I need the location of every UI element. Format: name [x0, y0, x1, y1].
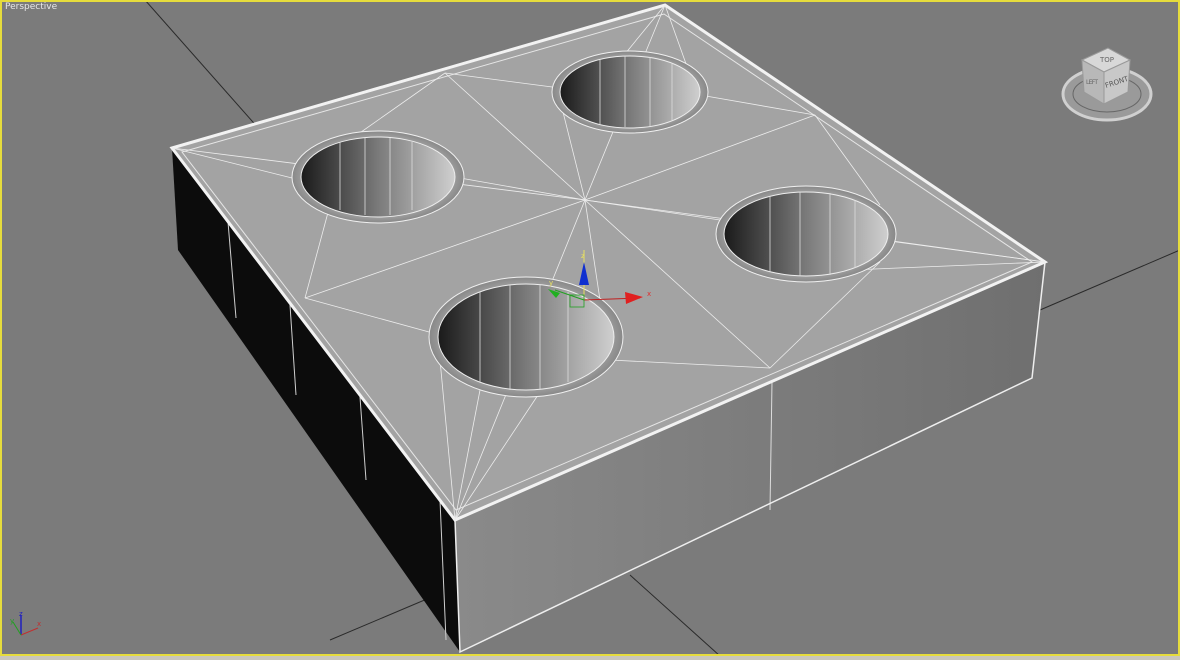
gizmo-y-label: y: [549, 279, 553, 287]
axis-tripod: z x y: [10, 610, 41, 636]
svg-text:LEFT: LEFT: [1086, 79, 1098, 86]
perspective-viewport[interactable]: z x y TOP FRONT LEFT z x y Perspective: [0, 0, 1180, 660]
gizmo-z-label: z: [581, 252, 585, 260]
hole-front: [428, 276, 624, 398]
viewcube[interactable]: TOP FRONT LEFT: [1061, 47, 1153, 122]
hole-right: [715, 185, 897, 283]
hole-back-left: [291, 130, 465, 224]
svg-text:y: y: [10, 617, 14, 625]
hole-back: [551, 50, 709, 134]
gizmo-x-label: x: [647, 290, 651, 298]
svg-text:x: x: [37, 620, 41, 628]
viewport-label[interactable]: Perspective: [5, 2, 57, 12]
scene[interactable]: z x y TOP FRONT LEFT z x y: [0, 0, 1180, 660]
svg-text:z: z: [19, 610, 23, 618]
status-strip: [0, 656, 1180, 660]
svg-text:TOP: TOP: [1099, 56, 1114, 64]
